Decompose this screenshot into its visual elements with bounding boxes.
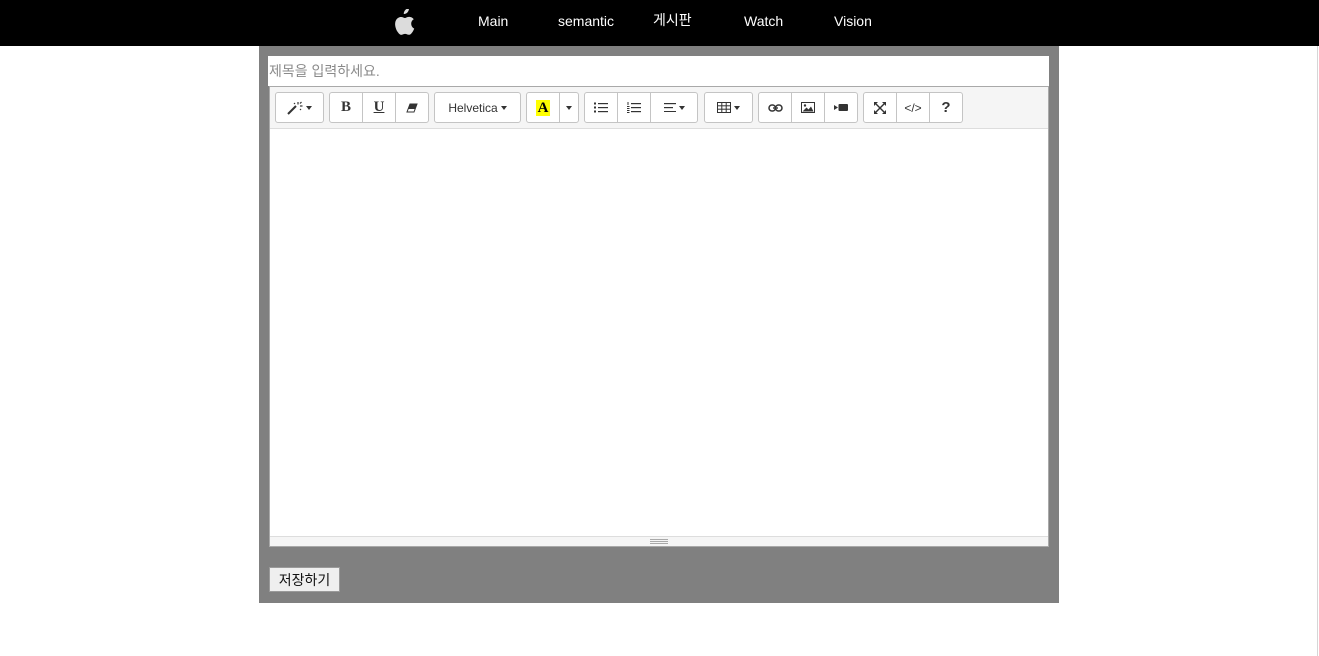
editor-resize-bar[interactable]	[270, 536, 1048, 546]
paragraph-dropdown-button[interactable]	[650, 92, 698, 123]
bold-button[interactable]: B	[329, 92, 363, 123]
insert-link-button[interactable]	[758, 92, 792, 123]
font-name-label: Helvetica	[448, 100, 498, 115]
chevron-down-icon	[566, 105, 572, 110]
nav-link-vision[interactable]: Vision	[834, 13, 872, 29]
font-name-group: Helvetica	[434, 92, 521, 123]
clear-format-button[interactable]	[395, 92, 429, 123]
chevron-down-icon	[500, 105, 507, 110]
help-button[interactable]: ?	[929, 92, 963, 123]
view-group: </> ?	[863, 92, 963, 123]
unordered-list-button[interactable]	[584, 92, 618, 123]
title-input[interactable]	[268, 56, 1049, 86]
magic-wand-icon	[287, 101, 303, 115]
paragraph-group	[584, 92, 698, 123]
picture-icon	[801, 102, 815, 113]
video-icon	[834, 104, 848, 111]
code-view-button[interactable]: </>	[896, 92, 930, 123]
resize-grip-icon	[650, 539, 668, 544]
editor-toolbar: B U Helvetica A </> ?	[270, 87, 1048, 129]
table-group	[704, 92, 753, 123]
editor-content-area[interactable]	[270, 129, 1048, 536]
style-group	[275, 92, 324, 123]
insert-video-button[interactable]	[824, 92, 858, 123]
unordered-list-icon	[594, 102, 608, 113]
nav-link-main[interactable]: Main	[478, 13, 508, 29]
eraser-icon	[406, 103, 418, 112]
nav-link-semantic[interactable]: semantic	[558, 13, 614, 29]
table-icon	[717, 102, 731, 113]
text-color-icon: A	[535, 99, 551, 116]
nav-link-board[interactable]: 게시판	[653, 12, 692, 28]
style-dropdown-button[interactable]	[275, 92, 324, 123]
save-button[interactable]: 저장하기	[269, 567, 340, 592]
link-icon	[767, 103, 783, 112]
table-dropdown-button[interactable]	[704, 92, 753, 123]
font-style-group: B U	[329, 92, 429, 123]
chevron-down-icon	[678, 105, 685, 110]
font-name-dropdown-button[interactable]: Helvetica	[434, 92, 521, 123]
chevron-down-icon	[306, 105, 312, 110]
chevron-down-icon	[734, 105, 740, 110]
color-group: A	[526, 92, 579, 123]
ordered-list-icon	[627, 102, 641, 113]
ordered-list-button[interactable]	[617, 92, 651, 123]
page-edge-divider	[1317, 46, 1318, 656]
top-navigation: Main semantic 게시판 Watch Vision	[0, 0, 1319, 46]
fullscreen-icon	[874, 101, 886, 114]
recent-color-button[interactable]: A	[526, 92, 560, 123]
insert-group	[758, 92, 858, 123]
underline-button[interactable]: U	[362, 92, 396, 123]
align-left-icon	[663, 103, 676, 112]
nav-link-watch[interactable]: Watch	[744, 13, 783, 29]
rich-text-editor: B U Helvetica A </> ?	[269, 86, 1049, 547]
fullscreen-button[interactable]	[863, 92, 897, 123]
color-dropdown-button[interactable]	[559, 92, 579, 123]
insert-picture-button[interactable]	[791, 92, 825, 123]
apple-logo-icon[interactable]	[391, 9, 415, 37]
